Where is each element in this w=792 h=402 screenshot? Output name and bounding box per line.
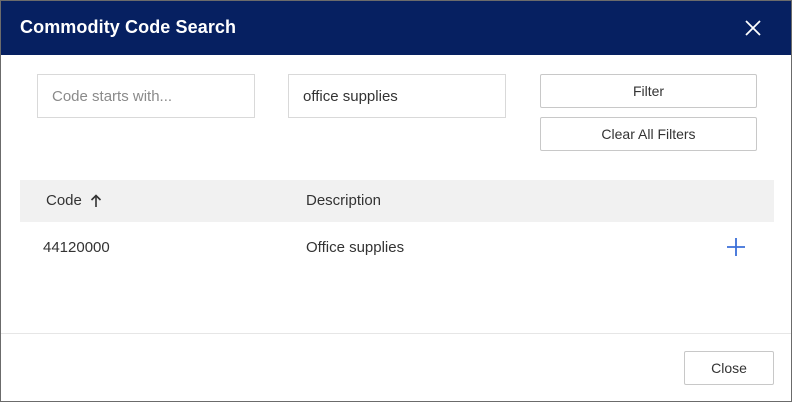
- table-header: Code Description: [20, 180, 774, 222]
- footer-divider: [1, 333, 791, 334]
- dialog-header: Commodity Code Search: [1, 1, 791, 55]
- row-code: 44120000: [43, 239, 110, 256]
- filter-button[interactable]: Filter: [540, 74, 757, 108]
- description-search-input[interactable]: [288, 74, 506, 118]
- table-row: 44120000 Office supplies: [20, 222, 774, 272]
- row-description: Office supplies: [306, 239, 405, 256]
- close-icon[interactable]: [743, 18, 763, 38]
- dialog-title: Commodity Code Search: [20, 17, 237, 37]
- column-header-description[interactable]: Description: [306, 192, 381, 209]
- code-starts-with-input[interactable]: [37, 74, 255, 118]
- clear-all-filters-button[interactable]: Clear All Filters: [540, 117, 757, 151]
- plus-icon[interactable]: [726, 237, 746, 257]
- commodity-code-search-dialog: Commodity Code Search Filter Clear All F…: [0, 0, 792, 402]
- close-button[interactable]: Close: [684, 351, 774, 385]
- arrow-up-icon: [90, 193, 101, 207]
- column-header-code-label: Code: [46, 192, 82, 209]
- column-header-code[interactable]: Code: [46, 192, 102, 209]
